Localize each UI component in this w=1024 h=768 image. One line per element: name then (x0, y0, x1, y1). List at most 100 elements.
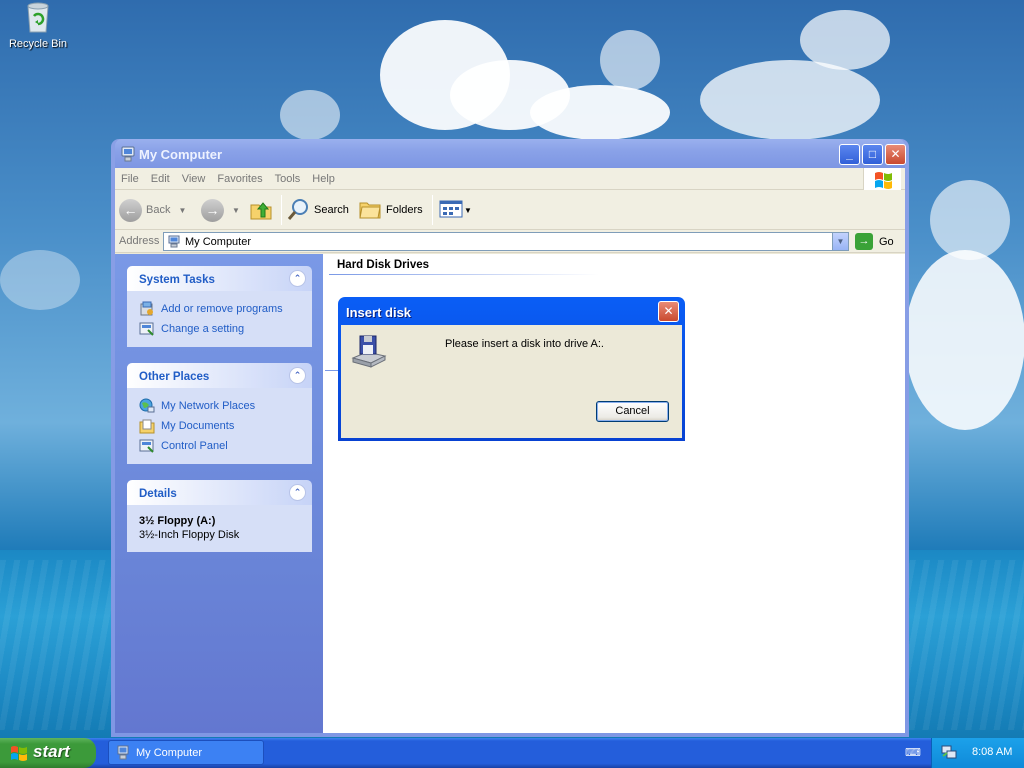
close-icon: ✕ (663, 304, 674, 318)
maximize-icon: □ (868, 147, 877, 161)
network-icon[interactable] (941, 745, 957, 760)
my-network-places-link[interactable]: My Network Places (139, 396, 300, 416)
control-panel-icon (139, 438, 155, 454)
keyboard-icon[interactable]: ⌨ (905, 746, 921, 759)
window-title: My Computer (139, 147, 223, 162)
taskbar-item-my-computer[interactable]: My Computer (108, 740, 264, 765)
insert-disk-dialog: Insert disk ✕ Please insert a disk into … (338, 297, 685, 441)
minimize-icon: _ (846, 147, 853, 161)
close-icon: ✕ (890, 147, 901, 161)
collapse-chevron-icon[interactable]: ⌃ (289, 367, 306, 384)
cloud (0, 250, 80, 310)
maximize-button[interactable]: □ (862, 144, 883, 165)
details-header[interactable]: Details ⌃ (127, 480, 312, 505)
cloud (280, 90, 340, 140)
recycle-bin-icon (23, 2, 53, 34)
control-panel-label: Control Panel (161, 440, 228, 452)
back-dropdown-icon: ▼ (178, 205, 187, 215)
add-remove-programs-label: Add or remove programs (161, 303, 283, 315)
hard-disk-drives-heading: Hard Disk Drives (337, 259, 430, 271)
back-label: Back (146, 204, 171, 216)
address-bar: Address My Computer ▼ → Go (115, 230, 905, 253)
go-label: Go (879, 235, 894, 248)
toolbar-separator (432, 195, 433, 225)
start-button[interactable]: start (0, 738, 96, 768)
dialog-title: Insert disk (346, 305, 412, 320)
back-button[interactable]: ← Back ▼ (119, 198, 186, 222)
cancel-button[interactable]: Cancel (596, 401, 669, 422)
go-arrow-icon: → (855, 233, 873, 250)
menu-favorites[interactable]: Favorites (211, 168, 268, 185)
menu-edit[interactable]: Edit (145, 168, 176, 185)
toolbar-separator (281, 195, 282, 225)
my-documents-icon (139, 418, 155, 434)
menu-file[interactable]: File (115, 168, 145, 185)
search-button[interactable]: Search (287, 198, 349, 222)
search-icon (287, 197, 311, 224)
system-tasks-header[interactable]: System Tasks ⌃ (127, 266, 312, 291)
start-label: start (33, 742, 70, 761)
dialog-close-button[interactable]: ✕ (658, 301, 679, 322)
address-input[interactable]: My Computer ▼ (163, 232, 849, 251)
cloud (530, 85, 670, 140)
windows-logo-icon (863, 168, 901, 190)
my-computer-icon (117, 745, 129, 760)
floppy-drive-icon (351, 334, 387, 368)
menu-help[interactable]: Help (306, 168, 341, 185)
system-tasks-title: System Tasks (139, 274, 215, 286)
dialog-body: Please insert a disk into drive A:. Canc… (341, 325, 682, 438)
my-computer-icon (121, 146, 135, 162)
cloud (700, 60, 880, 140)
control-panel-link[interactable]: Control Panel (139, 436, 300, 456)
menu-tools[interactable]: Tools (269, 168, 307, 185)
system-tasks-body: Add or remove programs Change a setting (127, 291, 312, 347)
close-button[interactable]: ✕ (885, 144, 906, 165)
views-button[interactable]: ▼ (439, 198, 472, 222)
back-arrow-icon: ← (119, 198, 142, 222)
desktop-icon-label: Recycle Bin (8, 38, 68, 50)
system-tasks-panel: System Tasks ⌃ Add or remove programs Ch… (127, 266, 312, 347)
go-button[interactable]: → Go (855, 233, 894, 250)
my-documents-link[interactable]: My Documents (139, 416, 300, 436)
views-icon (439, 199, 463, 222)
other-places-panel: Other Places ⌃ My Network Places My Docu… (127, 363, 312, 464)
collapse-chevron-icon[interactable]: ⌃ (289, 484, 306, 501)
section-divider (329, 274, 599, 275)
dialog-titlebar[interactable]: Insert disk ✕ (341, 297, 682, 325)
cloud (600, 30, 660, 90)
cloud (930, 180, 1010, 260)
details-item-name: 3½ Floppy (A:) (139, 515, 216, 527)
minimize-button[interactable]: _ (839, 144, 860, 165)
change-setting-link[interactable]: Change a setting (139, 319, 300, 339)
my-documents-label: My Documents (161, 420, 235, 432)
taskbar: start My Computer ⌨ 8:08 AM (0, 738, 1024, 768)
folders-button[interactable]: Folders (358, 198, 423, 222)
my-computer-icon (168, 235, 180, 248)
views-dropdown-icon: ▼ (464, 205, 472, 215)
other-places-title: Other Places (139, 371, 210, 383)
search-label: Search (314, 204, 349, 216)
forward-button[interactable]: → ▼ (201, 198, 240, 222)
details-panel: Details ⌃ 3½ Floppy (A:) 3½-Inch Floppy … (127, 480, 312, 552)
taskbar-item-label: My Computer (136, 747, 203, 759)
windows-flag-icon (10, 745, 28, 761)
window-client-area: File Edit View Favorites Tools Help ← Back ▼ … (115, 168, 905, 733)
other-places-header[interactable]: Other Places ⌃ (127, 363, 312, 388)
cloud (800, 10, 890, 70)
details-body: 3½ Floppy (A:) 3½-Inch Floppy Disk (127, 505, 312, 552)
details-item-type: 3½-Inch Floppy Disk (139, 529, 240, 541)
details-title: Details (139, 488, 177, 500)
chevron-down-icon: ▼ (836, 237, 845, 246)
folders-label: Folders (386, 204, 423, 216)
system-tray: 8:08 AM (931, 738, 1024, 768)
up-folder-button[interactable] (249, 198, 273, 222)
clock[interactable]: 8:08 AM (972, 746, 1012, 758)
collapse-chevron-icon[interactable]: ⌃ (289, 270, 306, 287)
add-remove-programs-link[interactable]: Add or remove programs (139, 299, 300, 319)
my-network-places-label: My Network Places (161, 400, 256, 412)
window-titlebar[interactable]: My Computer _ □ ✕ (115, 139, 906, 168)
desktop-icon-recycle-bin[interactable]: Recycle Bin (6, 2, 70, 50)
address-dropdown-button[interactable]: ▼ (832, 233, 848, 250)
add-remove-programs-icon (139, 301, 155, 317)
menu-view[interactable]: View (176, 168, 212, 185)
